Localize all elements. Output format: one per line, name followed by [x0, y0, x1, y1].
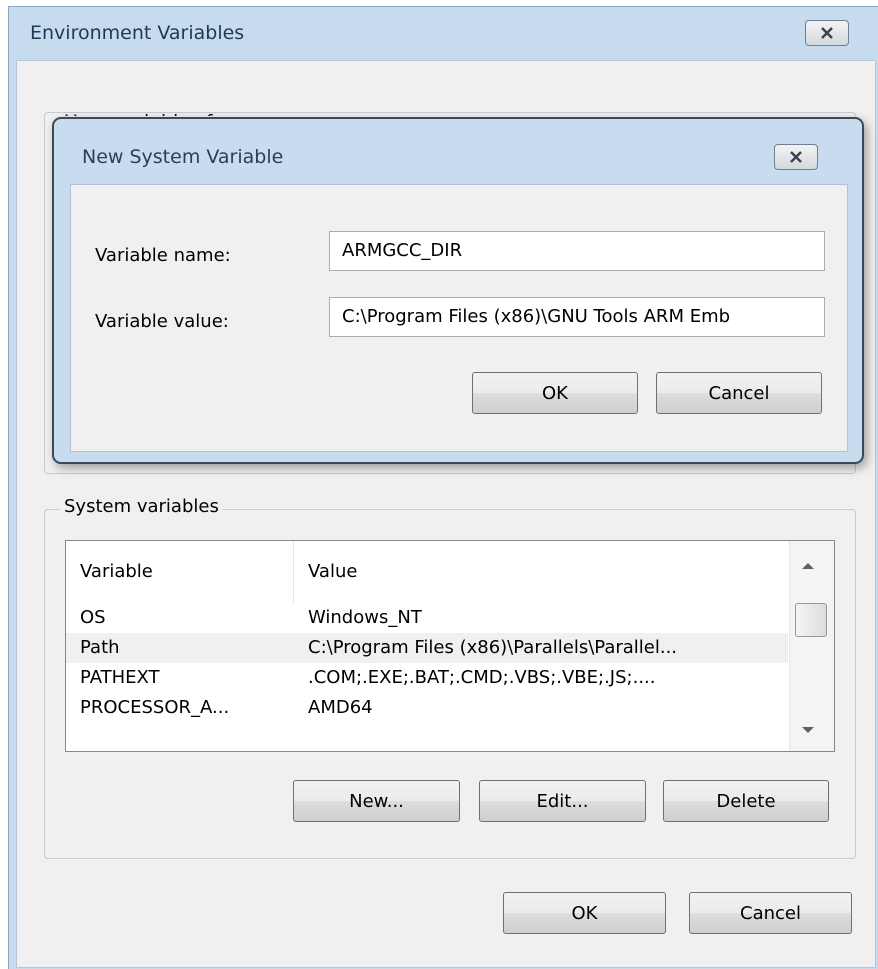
scroll-down-arrow-icon[interactable] [802, 727, 814, 733]
table-row[interactable]: PATHEXT .COM;.EXE;.BAT;.CMD;.VBS;.VBE;.J… [66, 663, 788, 693]
scroll-up-arrow-icon[interactable] [802, 563, 814, 569]
close-icon [821, 27, 833, 39]
variable-name-input[interactable]: ARMGCC_DIR [329, 231, 825, 271]
dialog-cancel-button[interactable]: Cancel [656, 372, 822, 414]
variable-cell: PATHEXT [80, 667, 160, 688]
dialog-title: New System Variable [82, 146, 284, 168]
column-header-value[interactable]: Value [308, 561, 357, 582]
window-title: Environment Variables [30, 22, 245, 44]
value-cell: C:\Program Files (x86)\Parallels\Paralle… [308, 637, 678, 658]
dialog-client-area: Variable name: ARMGCC_DIR Variable value… [70, 184, 848, 452]
env-ok-button[interactable]: OK [503, 892, 666, 934]
column-divider[interactable] [293, 541, 294, 603]
variable-cell: Path [80, 637, 120, 658]
window-close-button[interactable] [805, 20, 849, 46]
scroll-thumb[interactable] [795, 603, 827, 637]
user-variables-label: User variables for [64, 98, 344, 116]
edit-variable-button[interactable]: Edit... [479, 780, 646, 822]
variable-value-input[interactable]: C:\Program Files (x86)\GNU Tools ARM Emb [329, 297, 825, 337]
vertical-scrollbar[interactable] [789, 541, 834, 751]
dialog-ok-button[interactable]: OK [472, 372, 638, 414]
delete-variable-button[interactable]: Delete [663, 780, 829, 822]
close-icon [790, 151, 802, 163]
table-row[interactable]: PROCESSOR_A... AMD64 [66, 693, 788, 723]
value-cell: .COM;.EXE;.BAT;.CMD;.VBS;.VBE;.JS;.... [308, 667, 656, 688]
system-variables-label: System variables [60, 496, 223, 517]
new-variable-button[interactable]: New... [293, 780, 460, 822]
table-row-selected[interactable]: Path C:\Program Files (x86)\Parallels\Pa… [66, 633, 788, 663]
dialog-close-button[interactable] [774, 144, 818, 170]
table-row[interactable]: OS Windows_NT [66, 603, 788, 633]
variable-cell: PROCESSOR_A... [80, 697, 230, 718]
column-header-variable[interactable]: Variable [80, 561, 153, 582]
list-header: Variable Value [66, 541, 788, 603]
env-cancel-button[interactable]: Cancel [689, 892, 852, 934]
variable-value-label: Variable value: [95, 311, 229, 332]
system-variables-list[interactable]: Variable Value OS Windows_NT Path C:\Pro… [65, 540, 835, 752]
value-cell: AMD64 [308, 697, 373, 718]
variable-name-label: Variable name: [95, 245, 231, 266]
variable-cell: OS [80, 607, 106, 628]
value-cell: Windows_NT [308, 607, 422, 628]
new-system-variable-dialog: New System Variable Variable name: ARMGC… [52, 117, 864, 464]
